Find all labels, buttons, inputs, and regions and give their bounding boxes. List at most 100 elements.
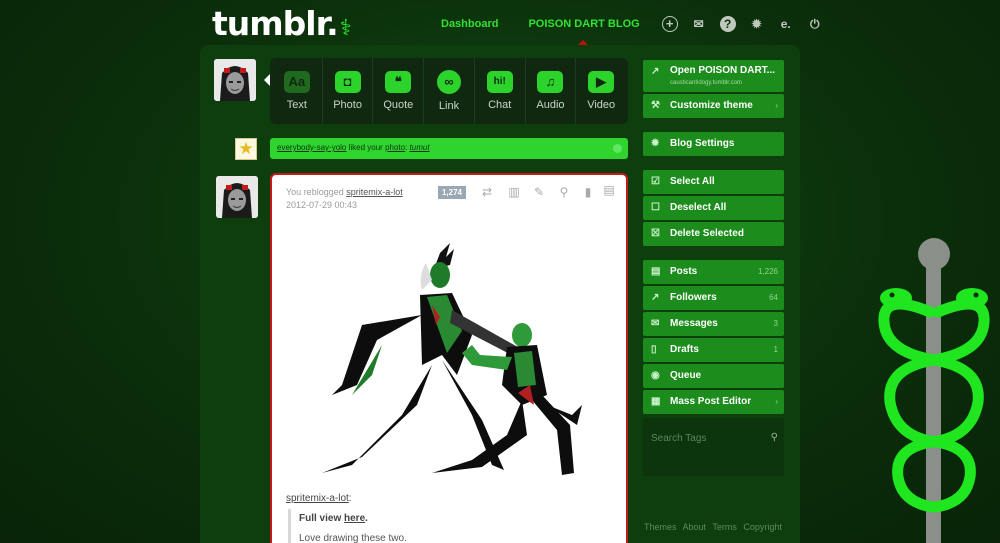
avatar[interactable] bbox=[216, 176, 258, 218]
settings-icon[interactable]: ✹ bbox=[749, 16, 765, 32]
logo-text: tumblr. bbox=[212, 4, 339, 43]
queue-icon: ◉ bbox=[651, 370, 660, 381]
quote-line-1: Full view here. bbox=[299, 513, 588, 524]
editor-icon[interactable]: e. bbox=[778, 16, 794, 32]
select-all-button[interactable]: ☑ Select All bbox=[643, 170, 784, 194]
deselect-all-label: Deselect All bbox=[670, 202, 727, 213]
blog-url: causticantidogy.tumblr.com bbox=[670, 80, 742, 86]
chevron-right-icon: › bbox=[775, 101, 778, 110]
footer-link-themes[interactable]: Themes bbox=[644, 522, 677, 532]
post-type-text[interactable]: Aa Text bbox=[272, 58, 323, 124]
caduceus-logo-icon: ⚕ bbox=[339, 16, 352, 41]
footer-link-copyright[interactable]: Copyright bbox=[743, 522, 782, 532]
sidebar-item-followers[interactable]: ↗ Followers 64 bbox=[643, 286, 784, 310]
notification-caption[interactable]: tumut bbox=[410, 143, 430, 152]
star-icon: ★ bbox=[238, 139, 254, 158]
chat-bubble-icon: hi! bbox=[486, 71, 513, 93]
footer-link-terms[interactable]: Terms bbox=[712, 522, 737, 532]
source-user-link[interactable]: spritemix-a-lot bbox=[286, 493, 349, 504]
sidebar-item-mass-editor[interactable]: ▦ Mass Post Editor › bbox=[643, 390, 784, 414]
video-camera-icon: ▶ bbox=[588, 71, 615, 93]
post-type-label: Video bbox=[587, 99, 616, 111]
sidebar-item-drafts[interactable]: ▯ Drafts 1 bbox=[643, 338, 784, 362]
bookmark-icon[interactable]: ▮ bbox=[581, 185, 595, 199]
quote-line-2: Love drawing these two. bbox=[299, 533, 407, 543]
post-type-video[interactable]: ▶ Video bbox=[576, 58, 626, 124]
delete-icon[interactable]: ▥ bbox=[507, 185, 521, 199]
customize-theme-button[interactable]: ⚒ Customize theme › bbox=[643, 94, 784, 118]
like-notification: everybody-say-yolo liked your photo: tum… bbox=[270, 138, 628, 159]
headphones-icon: ♫ bbox=[537, 71, 564, 93]
note-count-badge[interactable]: 1,274 bbox=[438, 186, 466, 199]
post-type-audio[interactable]: ♫ Audio bbox=[526, 58, 577, 124]
deselect-all-icon: ☐ bbox=[651, 202, 660, 213]
blog-settings-label: Blog Settings bbox=[670, 138, 735, 149]
drafts-count: 1 bbox=[773, 345, 778, 354]
open-blog-button[interactable]: ↗ Open POISON DART... causticantidogy.tu… bbox=[643, 60, 784, 92]
followers-chart-icon: ↗ bbox=[651, 292, 660, 303]
select-all-icon: ☑ bbox=[651, 176, 660, 187]
posts-count: 1,226 bbox=[757, 267, 778, 276]
dashboard-link[interactable]: Dashboard bbox=[441, 18, 498, 30]
logout-icon[interactable]: ⏻ bbox=[807, 16, 823, 32]
camera-icon: ◘ bbox=[334, 71, 361, 93]
post-date[interactable]: 2012-07-29 00:43 bbox=[286, 200, 357, 210]
post-quote: Full view here. Love drawing these two. bbox=[288, 509, 588, 543]
post-image[interactable] bbox=[322, 235, 582, 480]
edit-icon[interactable]: ✎ bbox=[532, 185, 546, 199]
help-icon[interactable]: ? bbox=[719, 16, 736, 32]
footer-link-about[interactable]: About bbox=[683, 522, 707, 532]
sidebar-item-posts[interactable]: ▤ Posts 1,226 bbox=[643, 260, 784, 284]
full-view-link[interactable]: here bbox=[344, 513, 365, 524]
post-type-label: Photo bbox=[333, 99, 362, 111]
customize-label: Customize theme bbox=[670, 100, 753, 111]
search-tags-input[interactable]: Search Tags ⚲ bbox=[643, 418, 784, 476]
blog-link[interactable]: POISON DART BLOG bbox=[528, 18, 640, 47]
messages-icon[interactable]: ✉ bbox=[691, 16, 707, 32]
mass-editor-label: Mass Post Editor bbox=[670, 396, 752, 407]
gear-icon: ✹ bbox=[651, 138, 660, 149]
notification-photo-link[interactable]: photo bbox=[385, 143, 405, 152]
notification-user-link[interactable]: everybody-say-yolo bbox=[277, 143, 346, 152]
post-type-quote[interactable]: ❝ Quote bbox=[373, 58, 425, 124]
mass-editor-icon: ▦ bbox=[651, 396, 661, 407]
new-post-icon[interactable]: + bbox=[661, 16, 678, 32]
post-type-photo[interactable]: ◘ Photo bbox=[323, 58, 374, 124]
post-type-link[interactable]: ∞ Link bbox=[424, 58, 475, 124]
caduceus-background-icon bbox=[878, 238, 990, 543]
post-type-chat[interactable]: hi! Chat bbox=[475, 58, 526, 124]
followers-label: Followers bbox=[670, 292, 717, 303]
source-attribution: spritemix-a-lot: bbox=[286, 493, 352, 504]
delete-selected-button[interactable]: ☒ Delete Selected bbox=[643, 222, 784, 246]
reblog-user-link[interactable]: spritemix-a-lot bbox=[346, 187, 403, 197]
liked-post-thumbnail[interactable]: ★ bbox=[235, 138, 257, 160]
deselect-all-button[interactable]: ☐ Deselect All bbox=[643, 196, 784, 220]
text-post-icon: Aa bbox=[283, 71, 310, 93]
zoom-icon[interactable]: ⚲ bbox=[557, 185, 571, 199]
external-link-icon: ↗ bbox=[651, 66, 660, 77]
tumblr-logo[interactable]: tumblr.⚕ bbox=[212, 4, 352, 43]
delete-selected-icon: ☒ bbox=[651, 228, 660, 239]
notification-dismiss-icon[interactable] bbox=[613, 144, 622, 153]
post-card: You reblogged spritemix-a-lot 2012-07-29… bbox=[270, 173, 628, 543]
posts-label: Posts bbox=[670, 266, 698, 277]
select-post-icon[interactable]: ▤ bbox=[602, 183, 616, 197]
post-type-label: Text bbox=[286, 99, 307, 111]
footer: Themes About Terms Copyright bbox=[644, 522, 786, 532]
select-all-label: Select All bbox=[670, 176, 715, 187]
post-type-label: Link bbox=[438, 100, 460, 112]
sidebar-item-queue[interactable]: ◉ Queue bbox=[643, 364, 784, 388]
posts-icon: ▤ bbox=[651, 266, 661, 277]
sidebar-item-messages[interactable]: ✉ Messages 3 bbox=[643, 312, 784, 336]
blog-settings-button[interactable]: ✹ Blog Settings bbox=[643, 132, 784, 156]
avatar[interactable] bbox=[214, 59, 256, 101]
reblog-icon[interactable]: ⇄ bbox=[480, 185, 494, 199]
delete-selected-label: Delete Selected bbox=[670, 228, 744, 239]
envelope-icon: ✉ bbox=[651, 318, 660, 329]
quote-icon: ❝ bbox=[385, 71, 412, 93]
quote-prefix: Full view bbox=[299, 513, 345, 524]
messages-count: 3 bbox=[773, 319, 778, 328]
search-icon[interactable]: ⚲ bbox=[771, 432, 778, 443]
post-type-label: Chat bbox=[488, 99, 512, 111]
source-colon: : bbox=[348, 493, 352, 504]
